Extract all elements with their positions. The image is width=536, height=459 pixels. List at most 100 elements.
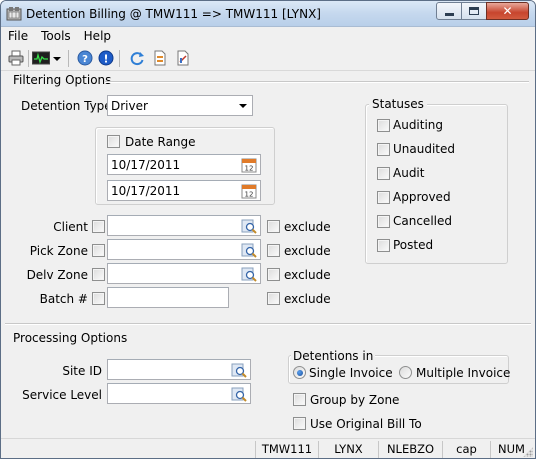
- close-button[interactable]: ✕: [486, 2, 529, 20]
- client-exclude-checkbox[interactable]: [267, 220, 280, 233]
- detention-type-select[interactable]: Driver: [107, 95, 253, 116]
- processing-options-label: Processing Options: [13, 331, 128, 345]
- lookup-icon[interactable]: [231, 362, 247, 378]
- single-invoice-label: Single Invoice: [309, 366, 393, 380]
- menu-tools[interactable]: Tools: [34, 27, 77, 47]
- date-range-label: Date Range: [125, 135, 196, 149]
- window-title: Detention Billing @ TMW111 => TMW111 [LY…: [26, 7, 321, 21]
- calendar-icon[interactable]: 12: [241, 183, 257, 199]
- maximize-button[interactable]: [461, 2, 487, 20]
- group-by-zone-checkbox[interactable]: [293, 393, 306, 406]
- start-date-value: 10/17/2011: [111, 158, 181, 172]
- svg-text:!: !: [103, 53, 108, 66]
- status-audit-checkbox[interactable]: [377, 167, 390, 180]
- pick-zone-exclude-checkbox[interactable]: [267, 244, 280, 257]
- toolbar-separator: [28, 50, 29, 67]
- multiple-invoice-label: Multiple Invoice: [416, 366, 511, 380]
- status-unaudited-label: Unaudited: [393, 142, 456, 156]
- app-icon: [6, 7, 22, 21]
- pick-zone-exclude-label: exclude: [284, 244, 331, 258]
- toolbar: ? !: [1, 47, 535, 71]
- refresh-icon[interactable]: [129, 50, 145, 66]
- filtering-options-label: Filtering Options: [13, 73, 112, 87]
- menu-file[interactable]: File: [1, 27, 34, 47]
- menu-help[interactable]: Help: [77, 27, 117, 47]
- status-bar: TMW111 LYNX NLEBZO cap NUM: [1, 438, 535, 458]
- delv-zone-checkbox[interactable]: [92, 268, 105, 281]
- batch-checkbox[interactable]: [92, 292, 105, 305]
- detentions-in-label: Detentions in: [291, 349, 376, 363]
- pick-zone-label: Pick Zone: [29, 244, 88, 258]
- svg-text:12: 12: [245, 165, 254, 173]
- detention-billing-window: Detention Billing @ TMW111 => TMW111 [LY…: [0, 0, 536, 459]
- toolbar-separator: [68, 50, 69, 67]
- client-label: Client: [53, 220, 88, 234]
- toolbar-separator: [119, 50, 120, 67]
- batch-label: Batch #: [39, 292, 88, 306]
- detention-type-label: Detention Type: [21, 99, 112, 113]
- status-approved-checkbox[interactable]: [377, 191, 390, 204]
- calendar-icon[interactable]: 12: [241, 157, 257, 173]
- status-posted-checkbox[interactable]: [377, 239, 390, 252]
- maximize-icon: [469, 7, 479, 15]
- status-pane-caps: cap: [442, 441, 490, 458]
- site-id-label: Site ID: [62, 364, 102, 378]
- pick-zone-field[interactable]: [107, 239, 261, 260]
- status-cancelled-checkbox[interactable]: [377, 215, 390, 228]
- info-icon[interactable]: !: [98, 50, 114, 66]
- delv-zone-label: Delv Zone: [26, 268, 88, 282]
- batch-exclude-label: exclude: [284, 292, 331, 306]
- service-level-field[interactable]: [107, 383, 251, 404]
- status-pane-server: TMW111: [255, 441, 318, 458]
- batch-field[interactable]: [107, 287, 229, 308]
- delv-zone-exclude-checkbox[interactable]: [267, 268, 280, 281]
- date-range-checkbox[interactable]: [107, 135, 120, 148]
- dropdown-arrow-icon[interactable]: [52, 50, 62, 66]
- status-auditing-label: Auditing: [393, 118, 444, 132]
- site-id-field[interactable]: [107, 359, 251, 380]
- multiple-invoice-radio[interactable]: [399, 366, 412, 379]
- statuses-label: Statuses: [369, 97, 427, 111]
- status-cancelled-label: Cancelled: [393, 214, 452, 228]
- minimize-icon: [444, 12, 454, 16]
- client-field[interactable]: [107, 215, 261, 236]
- lookup-icon[interactable]: [241, 218, 257, 234]
- menu-bar: File Tools Help: [1, 27, 535, 47]
- use-original-bill-to-checkbox[interactable]: [293, 417, 306, 430]
- use-original-bill-to-label: Use Original Bill To: [310, 417, 422, 431]
- status-auditing-checkbox[interactable]: [377, 119, 390, 132]
- service-level-label: Service Level: [22, 388, 102, 402]
- status-unaudited-checkbox[interactable]: [377, 143, 390, 156]
- client-checkbox[interactable]: [92, 220, 105, 233]
- help-icon[interactable]: ?: [77, 50, 93, 66]
- svg-text:?: ?: [82, 54, 88, 65]
- status-pane-database: LYNX: [318, 441, 378, 458]
- filtering-divider: [105, 81, 529, 83]
- delv-zone-exclude-label: exclude: [284, 268, 331, 282]
- report-icon[interactable]: [175, 50, 191, 66]
- end-date-value: 10/17/2011: [111, 184, 181, 198]
- status-pane-user: NLEBZO: [378, 441, 442, 458]
- delv-zone-field[interactable]: [107, 263, 261, 284]
- monitor-icon[interactable]: [32, 50, 50, 66]
- start-date-field[interactable]: 10/17/2011 12: [107, 154, 261, 175]
- chevron-down-icon: [239, 104, 247, 108]
- end-date-field[interactable]: 10/17/2011 12: [107, 180, 261, 201]
- lookup-icon[interactable]: [241, 266, 257, 282]
- lookup-icon[interactable]: [241, 242, 257, 258]
- processing-divider: [5, 323, 531, 325]
- batch-exclude-checkbox[interactable]: [267, 292, 280, 305]
- pick-zone-checkbox[interactable]: [92, 244, 105, 257]
- status-approved-label: Approved: [393, 190, 451, 204]
- lookup-icon[interactable]: [231, 386, 247, 402]
- minimize-button[interactable]: [436, 2, 462, 20]
- document-icon[interactable]: [152, 50, 168, 66]
- close-icon: ✕: [502, 4, 513, 18]
- print-icon[interactable]: [8, 50, 24, 66]
- status-posted-label: Posted: [393, 238, 434, 252]
- single-invoice-radio[interactable]: [293, 366, 306, 379]
- status-audit-label: Audit: [393, 166, 425, 180]
- detention-type-value: Driver: [111, 99, 148, 113]
- client-exclude-label: exclude: [284, 220, 331, 234]
- title-bar[interactable]: Detention Billing @ TMW111 => TMW111 [LY…: [1, 1, 535, 27]
